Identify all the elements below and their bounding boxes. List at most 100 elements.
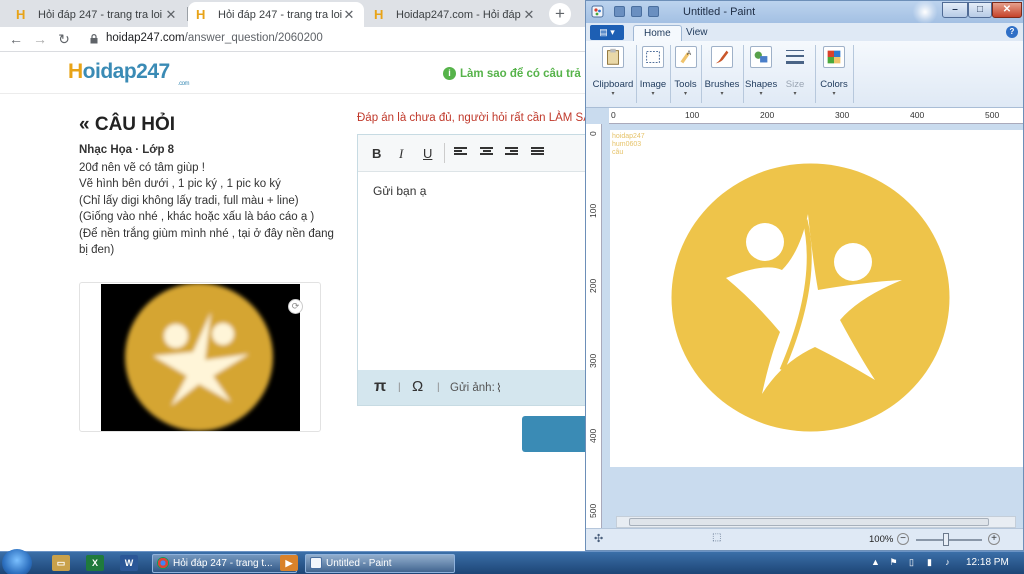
bold-button[interactable]: B <box>372 146 381 161</box>
align-center-icon[interactable] <box>480 147 493 158</box>
close-button[interactable]: ✕ <box>992 2 1022 18</box>
tab-view[interactable]: View <box>676 25 718 41</box>
explorer-icon[interactable]: ▭ <box>52 555 70 571</box>
hoidap-favicon: H <box>196 6 206 22</box>
ribbon-group-clipboard[interactable]: Clipboard ▾ <box>592 43 634 103</box>
save-icon[interactable] <box>614 6 625 17</box>
url-domain: hoidap247.com <box>106 32 185 44</box>
zoom-slider-thumb[interactable] <box>943 533 949 546</box>
windows-taskbar: ▭ X W Hỏi đáp 247 - trang t... ▶ Untitle… <box>0 549 1024 574</box>
align-justify-icon[interactable] <box>531 147 544 158</box>
paperclip-icon[interactable]: ⌇ <box>496 381 502 395</box>
ruler-label: 300 <box>835 110 850 120</box>
shapes-icon <box>750 46 772 68</box>
ribbon-group-brushes[interactable]: Brushes ▾ <box>703 43 741 103</box>
attach-image-label: Gửi ảnh: <box>450 382 495 394</box>
excel-icon[interactable]: X <box>86 555 104 571</box>
volume-icon[interactable]: ♪ <box>942 556 953 568</box>
question-line: (Để nền trắng giùm mình nhé , tại ở đây … <box>79 227 334 257</box>
paint-app-icon[interactable] <box>591 5 604 18</box>
tray-arrow-icon[interactable]: ▲ <box>870 556 881 568</box>
reload-icon[interactable]: ↻ <box>55 30 73 48</box>
help-link[interactable]: i Làm sao để có câu trả <box>443 67 581 80</box>
toolbar-divider <box>444 143 445 163</box>
maximize-button[interactable]: □ <box>968 2 992 18</box>
ruler-label: 100 <box>588 203 598 218</box>
paint-canvas[interactable]: hoidap247 hum0603 câu <box>610 130 1023 467</box>
new-tab-button[interactable]: + <box>549 3 571 25</box>
browser-tab-2[interactable]: H Hỏi đáp 247 - trang tra loi ✕ <box>188 2 364 27</box>
paint-menu-button[interactable]: ▤ ▾ <box>590 25 624 40</box>
ribbon-group-colors[interactable]: Colors ▾ <box>817 43 851 103</box>
zoom-out-button[interactable]: − <box>897 533 909 545</box>
footer-divider: | <box>398 382 401 393</box>
editor-toolbar: B I U <box>358 135 596 172</box>
start-button[interactable] <box>2 549 32 574</box>
tab-title: Hỏi đáp 247 - trang tra loi <box>38 8 163 21</box>
submit-answer-button[interactable] <box>522 416 592 452</box>
close-tab-icon[interactable]: ✕ <box>164 7 178 23</box>
paint-window: Untitled - Paint – □ ✕ ▤ ▾ Home View ? C… <box>585 0 1024 551</box>
ruler-label: 500 <box>588 503 598 518</box>
clock[interactable]: 12:18 PM <box>966 557 1009 568</box>
network-icon[interactable]: ▮ <box>924 556 935 568</box>
ribbon-divider <box>670 45 671 103</box>
browser-tab-1[interactable]: H Hỏi đáp 247 - trang tra loi ✕ <box>8 2 186 27</box>
horizontal-scrollbar[interactable] <box>616 516 1016 528</box>
ribbon-group-image[interactable]: Image ▾ <box>638 43 668 103</box>
ruler-label: 200 <box>760 110 775 120</box>
paint-icon <box>310 557 322 569</box>
footer-divider: | <box>437 382 440 393</box>
site-logo[interactable]: Hoidap247 .com <box>68 60 190 87</box>
align-left-icon[interactable] <box>454 147 467 158</box>
media-player-icon[interactable]: ▶ <box>280 555 298 571</box>
ribbon-group-tools[interactable]: A Tools ▾ <box>672 43 699 103</box>
watermark: hoidap247 hum0603 câu <box>612 133 645 156</box>
paint-status-bar: ✣ ⬚ 100% − + <box>586 528 1023 550</box>
close-tab-icon[interactable]: ✕ <box>522 7 536 23</box>
ribbon-group-shapes[interactable]: Shapes ▾ <box>745 43 777 103</box>
taskbar-paint[interactable]: Untitled - Paint <box>305 554 455 573</box>
lock-icon <box>90 34 98 44</box>
battery-icon[interactable]: ▯ <box>906 556 917 568</box>
close-tab-icon[interactable]: ✕ <box>342 7 356 23</box>
tab-home[interactable]: Home <box>633 25 682 41</box>
editor-content[interactable]: Gửi bạn ạ <box>373 184 426 198</box>
info-icon: i <box>443 67 456 80</box>
zoom-slider[interactable] <box>916 539 982 541</box>
scrollbar-thumb[interactable] <box>629 518 989 526</box>
back-icon[interactable]: ← <box>7 30 25 48</box>
tools-icon: A <box>674 46 697 68</box>
undo-icon[interactable] <box>631 6 642 17</box>
word-icon[interactable]: W <box>120 555 138 571</box>
vertical-ruler: 0 100 200 300 400 500 <box>586 124 602 529</box>
ribbon-tab-bar: ▤ ▾ Home View ? <box>586 23 1023 41</box>
answer-editor[interactable]: B I U Gửi bạn ạ π | Ω | Gửi ảnh: ⌇ <box>357 134 597 406</box>
site-header: Hoidap247 .com i Làm sao để có câu trả <box>0 52 600 94</box>
zoom-image-icon[interactable]: ⟳ <box>288 299 303 314</box>
page-title: « CÂU HỎI <box>79 114 176 135</box>
taskbar-chrome[interactable]: Hỏi đáp 247 - trang t... <box>152 554 297 573</box>
redo-icon[interactable] <box>648 6 659 17</box>
paint-title-bar[interactable]: Untitled - Paint – □ ✕ <box>586 1 1023 23</box>
question-image[interactable] <box>101 284 300 431</box>
size-icon <box>786 50 804 64</box>
ribbon-group-size[interactable]: Size ▾ <box>779 43 811 103</box>
underline-button[interactable]: U <box>423 146 432 161</box>
tab-title: Hỏi đáp 247 - trang tra loi <box>218 8 342 21</box>
special-char-button[interactable]: Ω <box>412 378 423 395</box>
browser-tab-3[interactable]: H Hoidap247.com - Hỏi đáp bài tậ ✕ <box>366 2 544 27</box>
zoom-in-button[interactable]: + <box>988 533 1000 545</box>
address-bar[interactable]: hoidap247.com/answer_question/2060200 <box>106 32 323 44</box>
blurred-logo-image <box>125 284 273 431</box>
forward-icon[interactable]: → <box>31 30 49 48</box>
minimize-button[interactable]: – <box>942 2 968 18</box>
italic-button[interactable]: I <box>399 146 403 162</box>
help-icon[interactable]: ? <box>1006 26 1018 38</box>
ruler-label: 0 <box>611 110 616 120</box>
flag-icon[interactable]: ⚑ <box>888 556 899 568</box>
align-right-icon[interactable] <box>505 147 518 158</box>
math-formula-button[interactable]: π <box>374 378 386 396</box>
system-tray: ▲ ⚑ ▯ ▮ ♪ <box>870 556 953 568</box>
editor-footer: π | Ω | Gửi ảnh: ⌇ <box>358 370 596 405</box>
